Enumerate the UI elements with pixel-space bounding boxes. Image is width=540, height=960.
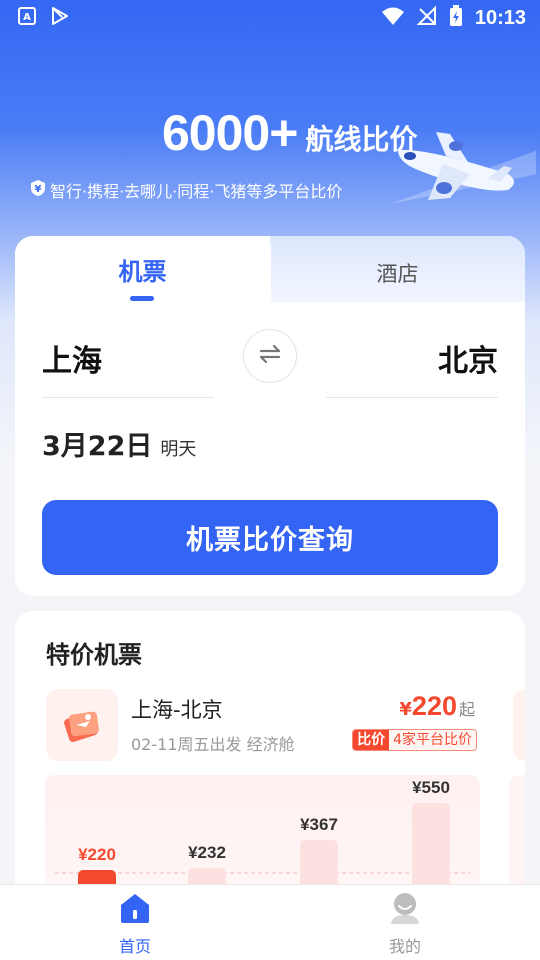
date-selector[interactable]: 3月22日 明天 <box>42 424 196 463</box>
nav-profile[interactable]: 我的 <box>345 891 465 957</box>
svg-text:¥: ¥ <box>35 184 42 195</box>
svg-text:A: A <box>23 12 31 23</box>
price-bar-label: ¥550 <box>412 778 450 797</box>
compare-badge-label: 比价 <box>353 730 390 750</box>
clock: 10:13 <box>474 6 526 29</box>
route-price: ¥ 220 起 <box>399 691 475 722</box>
airplane-illustration <box>390 132 536 204</box>
ticket-icon <box>46 689 118 761</box>
compare-badge-text: 4家平台比价 <box>389 730 476 750</box>
swap-cities-button[interactable] <box>243 329 297 383</box>
battery-charging-icon <box>449 5 463 31</box>
next-route-card-peek[interactable] <box>513 689 525 761</box>
compare-badge: 比价 4家平台比价 <box>352 729 477 751</box>
home-icon <box>117 891 153 929</box>
route-meta: 02-11周五出发 经济舱 <box>131 735 295 754</box>
headline-number: 6000+ <box>162 105 298 161</box>
tab-hotel[interactable]: 酒店 <box>270 258 525 288</box>
departure-date: 3月22日 <box>42 431 153 462</box>
hero-headline: 6000+ 航线比价 <box>162 108 417 158</box>
profile-icon <box>387 891 423 929</box>
no-signal-icon <box>416 5 437 30</box>
tab-flight[interactable]: 机票 <box>15 252 270 287</box>
subline-text: 智行·携程·去哪儿·同程·飞猪等多平台比价 <box>50 182 343 201</box>
hero-subline: ¥ 智行·携程·去哪儿·同程·飞猪等多平台比价 <box>30 178 342 202</box>
deals-title: 特价机票 <box>46 641 142 669</box>
departure-city[interactable]: 上海 <box>42 336 102 380</box>
price-bar-label: ¥220 <box>78 845 116 864</box>
status-bar: A 10:13 <box>0 0 540 36</box>
price-bar-label: ¥232 <box>188 843 226 862</box>
price-currency: ¥ <box>399 699 412 720</box>
bottom-navigation: 首页 我的 <box>0 884 540 960</box>
nav-home[interactable]: 首页 <box>75 891 195 957</box>
deals-section: 特价机票 上海-北京 02-11周五出发 经济舱 ¥ 220 起 比价 4家平台… <box>15 611 525 911</box>
arrival-underline <box>326 397 498 398</box>
date-hint: 明天 <box>160 439 197 460</box>
search-card: 机票 酒店 上海 北京 3月22日 明天 机票比价查询 <box>15 236 525 596</box>
price-bar-label: ¥367 <box>300 815 338 834</box>
departure-underline <box>42 397 214 398</box>
arrival-city[interactable]: 北京 <box>438 336 498 380</box>
route-name[interactable]: 上海-北京 <box>131 694 223 724</box>
price-amount: 220 <box>411 691 457 721</box>
play-store-icon <box>50 6 70 30</box>
nav-home-label: 首页 <box>118 937 151 956</box>
shield-yen-icon: ¥ <box>30 179 46 201</box>
app-store-icon: A <box>18 7 36 29</box>
wifi-icon <box>381 6 405 30</box>
tab-active-indicator <box>130 296 154 301</box>
search-flights-button[interactable]: 机票比价查询 <box>42 500 498 575</box>
swap-icon <box>258 344 282 368</box>
price-suffix: 起 <box>458 700 475 719</box>
nav-profile-label: 我的 <box>388 937 421 956</box>
